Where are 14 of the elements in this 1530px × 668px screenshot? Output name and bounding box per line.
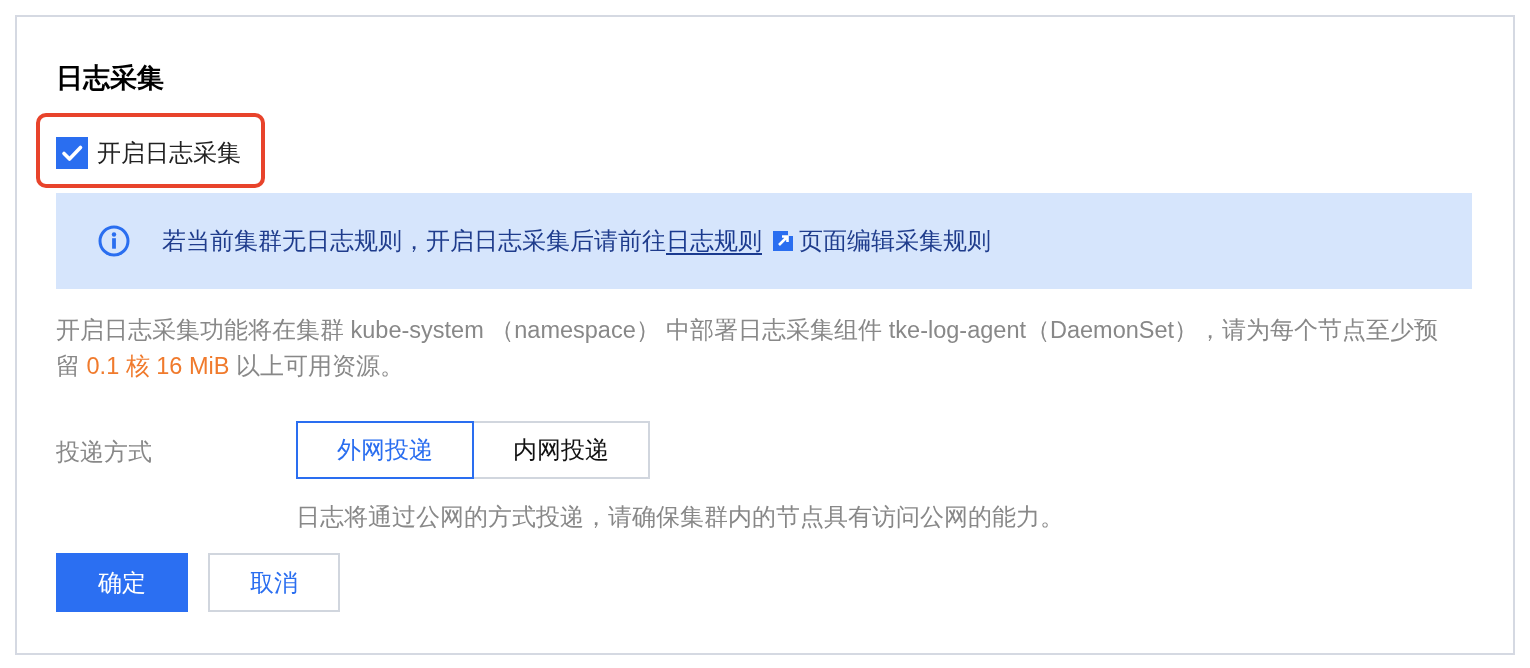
description-text: 开启日志采集功能将在集群 kube-system （namespace） 中部署日志采集组件 tke-log-agent（DaemonSet），请为每个节点至少预留 0.1 核 16 MiB 以上可用资源。 <box>56 316 1440 381</box>
info-icon <box>98 225 130 257</box>
cancel-button[interactable]: 取消 <box>208 553 340 612</box>
delivery-option-tab[interactable]: 外网投递 <box>296 421 474 479</box>
external-link-icon[interactable] <box>773 231 793 251</box>
confirm-button[interactable]: 确定 <box>56 553 188 612</box>
checkbox[interactable] <box>56 137 88 169</box>
info-message: 若当前集群无日志规则，开启日志采集后请前往日志规则 页面编辑采集规则 <box>162 225 991 257</box>
delivery-hint: 日志将通过公网的方式投递，请确保集群内的节点具有访问公网的能力。 <box>296 503 1064 532</box>
delivery-option-tab[interactable]: 内网投递 <box>472 421 650 479</box>
log-rules-link[interactable]: 日志规则 <box>666 225 762 257</box>
section-title: 日志采集 <box>56 62 164 94</box>
delivery-label: 投递方式 <box>56 439 152 465</box>
checkbox-label[interactable]: 开启日志采集 <box>97 137 241 169</box>
